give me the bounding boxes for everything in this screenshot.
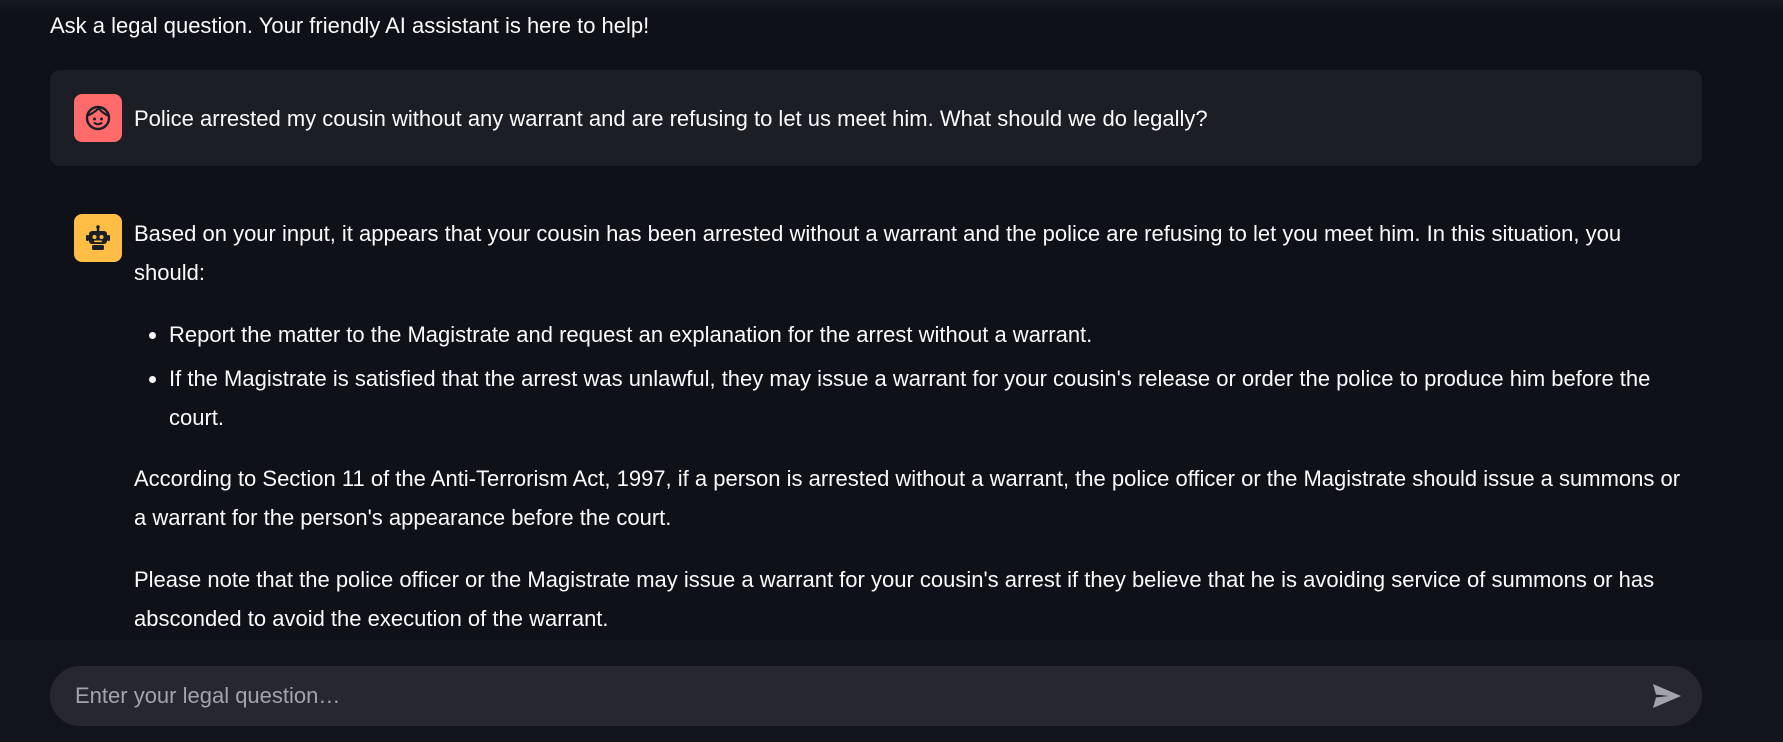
send-button[interactable] <box>1650 679 1684 713</box>
assistant-paragraph: Please note that the police officer or t… <box>134 567 1655 631</box>
send-icon <box>1653 684 1681 708</box>
chat-input[interactable] <box>50 666 1630 726</box>
assistant-paragraph: According to Section 11 of the Anti-Terr… <box>134 466 1681 530</box>
assistant-intro: Based on your input, it appears that you… <box>134 221 1622 285</box>
list-item: Report the matter to the Magistrate and … <box>169 315 1682 354</box>
page-caption: Ask a legal question. Your friendly AI a… <box>50 13 650 38</box>
robot-icon <box>74 214 122 262</box>
list-item: If the Magistrate is satisfied that the … <box>169 359 1682 437</box>
assistant-bullet-list: Report the matter to the Magistrate and … <box>134 315 1682 437</box>
bottom-input-bar <box>0 640 1783 742</box>
user-message-text: Police arrested my cousin without any wa… <box>134 106 1208 131</box>
user-face-icon <box>74 94 122 142</box>
chat-input-container <box>50 666 1702 726</box>
assistant-chat-message: Based on your input, it appears that you… <box>50 200 1702 640</box>
user-chat-message: Police arrested my cousin without any wa… <box>50 70 1702 166</box>
assistant-message-text: Based on your input, it appears that you… <box>134 214 1682 661</box>
